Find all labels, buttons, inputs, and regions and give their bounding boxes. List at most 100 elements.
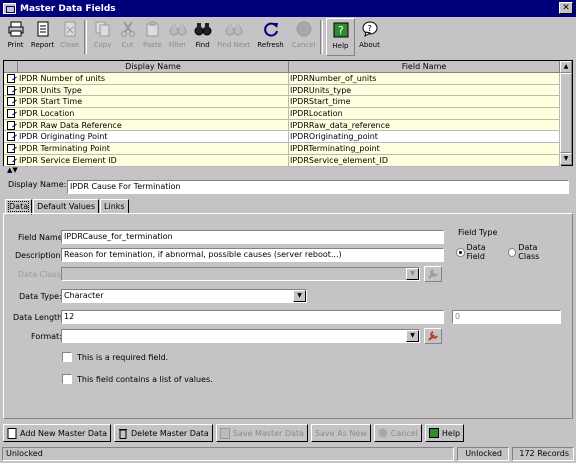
save-as-new-button[interactable]: Save As New — [310, 424, 371, 442]
table-row[interactable]: IPDR Units Type IPDRUnits_type — [4, 84, 561, 97]
paste-button[interactable]: Paste — [140, 18, 165, 56]
chevron-down-icon[interactable]: ▼ — [406, 330, 419, 342]
trash-icon — [118, 428, 128, 439]
cell-display-name: IPDR Raw Data Reference — [18, 119, 289, 131]
print-button[interactable]: Print — [3, 18, 28, 56]
splitter-arrows-icon[interactable]: ▲▼ — [7, 166, 18, 174]
column-header-display-name[interactable]: Display Name — [18, 61, 289, 72]
report-button[interactable]: Report — [28, 18, 57, 56]
save-master-data-button[interactable]: Save Master Data — [215, 424, 308, 442]
toolbar-separator — [320, 20, 323, 54]
table-row[interactable]: IPDR Location IPDRLocation — [4, 108, 561, 120]
required-field-checkbox[interactable]: This is a required field. — [62, 352, 168, 362]
close-doc-button[interactable]: Close — [57, 18, 82, 56]
save-icon — [219, 427, 230, 439]
copy-icon — [94, 20, 112, 38]
close-doc-icon — [61, 20, 79, 38]
display-name-field[interactable]: IPDR Cause For Termination — [67, 180, 569, 194]
delete-master-data-button[interactable]: Delete Master Data — [114, 424, 213, 442]
data-type-value: Character — [64, 291, 104, 300]
help-toolbar-button[interactable]: ? Help — [326, 18, 355, 56]
status-lock: Unlocked — [457, 447, 509, 461]
save-as-new-label: Save As New — [314, 428, 367, 438]
field-type-label: Field Type — [458, 228, 498, 237]
row-doc-icon — [4, 85, 18, 96]
chevron-down-icon[interactable]: ▼ — [293, 290, 306, 302]
printer-icon — [7, 20, 25, 38]
scroll-thumb[interactable] — [560, 73, 572, 153]
column-header-field-name[interactable]: Field Name — [289, 61, 560, 72]
list-values-label: This field contains a list of values. — [77, 374, 213, 384]
checkbox-box[interactable] — [62, 352, 72, 362]
app-window-icon — [3, 3, 16, 14]
filter-button[interactable]: Filter — [165, 18, 190, 56]
row-doc-icon — [4, 155, 18, 166]
cell-field-name: IPDRLocation — [289, 108, 560, 119]
radio-data-field[interactable]: Data Field — [456, 243, 504, 261]
cell-display-name: IPDR Units Type — [18, 84, 289, 96]
cut-button[interactable]: Cut — [115, 18, 140, 56]
close-window-button[interactable]: ✕ — [559, 2, 573, 14]
delete-master-data-label: Delete Master Data — [131, 428, 209, 438]
chevron-down-icon: ▼ — [406, 268, 419, 280]
scroll-up-arrow-icon[interactable]: ▲ — [560, 61, 572, 73]
grid-vertical-scrollbar[interactable]: ▲ ▼ — [560, 61, 572, 165]
print-label: Print — [7, 41, 24, 49]
scroll-down-arrow-icon[interactable]: ▼ — [560, 153, 572, 165]
filter-label: Filter — [168, 41, 187, 49]
radio-data-class[interactable]: Data Class — [507, 243, 558, 261]
close-doc-label: Close — [59, 41, 80, 49]
description-input[interactable]: Reason for temination, if abnormal, poss… — [61, 248, 444, 262]
tab-default-values[interactable]: Default Values — [33, 199, 100, 214]
detail-tabs: Data Default Values Links — [5, 199, 130, 215]
list-values-checkbox[interactable]: This field contains a list of values. — [62, 374, 213, 384]
status-record-count: 172 Records — [512, 447, 574, 461]
scissors-icon — [119, 20, 137, 38]
field-name-input[interactable]: IPDRCause_for_termination — [61, 230, 444, 244]
save-master-data-label: Save Master Data — [232, 428, 304, 438]
help-label: Help — [441, 428, 461, 438]
data-length-secondary-input: 0 — [452, 310, 561, 324]
table-row[interactable]: IPDR Number of units IPDRNumber_of_units — [4, 73, 561, 85]
copy-button[interactable]: Copy — [90, 18, 115, 56]
about-icon: ? — [361, 20, 379, 38]
format-lookup-button[interactable] — [424, 328, 442, 344]
cell-field-name: IPDROriginating_point — [289, 131, 560, 143]
data-type-select[interactable]: Character ▼ — [61, 289, 307, 303]
required-field-label: This is a required field. — [77, 352, 169, 362]
cancel-button[interactable]: Cancel — [373, 424, 422, 442]
report-label: Report — [30, 41, 55, 49]
table-row[interactable]: IPDR Originating Point IPDROriginating_po… — [4, 131, 561, 144]
about-label: About — [359, 41, 380, 49]
add-master-data-button[interactable]: Add New Master Data — [3, 424, 111, 442]
cell-field-name: IPDRTerminating_point — [289, 143, 560, 154]
cancel-toolbar-button[interactable]: Cancel — [289, 18, 318, 56]
find-next-button[interactable]: Find Next — [215, 18, 252, 56]
table-row[interactable]: IPDR Terminating Point IPDRTerminating_po… — [4, 143, 561, 155]
refresh-button[interactable]: Refresh — [252, 18, 289, 56]
binoculars-icon — [194, 20, 212, 38]
status-bar: Unlocked Unlocked 172 Records — [0, 445, 576, 463]
report-icon — [34, 20, 52, 38]
row-doc-icon — [4, 108, 18, 119]
cancel-toolbar-label: Cancel — [291, 41, 316, 49]
about-button[interactable]: ? About — [355, 18, 384, 56]
help-button[interactable]: Help — [424, 424, 465, 442]
table-row[interactable]: IPDR Service Element ID IPDRService_eleme… — [4, 154, 561, 167]
description-label: Description: — [15, 251, 64, 260]
tab-links-label: Links — [104, 202, 125, 211]
table-row[interactable]: IPDR Start Time IPDRStart_time — [4, 96, 561, 109]
format-label: Format: — [31, 332, 62, 341]
tab-links[interactable]: Links — [100, 199, 129, 214]
cell-display-name: IPDR Location — [18, 108, 289, 119]
window-title: Master Data Fields — [20, 3, 116, 14]
table-row[interactable]: IPDR Raw Data Reference IPDRRaw_data_refe… — [4, 119, 561, 132]
data-type-label: Data Type: — [19, 292, 62, 301]
find-button[interactable]: Find — [190, 18, 215, 56]
pane-splitter[interactable]: ▲▼ — [3, 166, 573, 174]
format-select[interactable]: ▼ — [61, 329, 420, 343]
data-length-input[interactable]: 12 — [61, 310, 444, 324]
find-next-label: Find Next — [217, 41, 250, 49]
checkbox-box[interactable] — [62, 374, 72, 384]
radio-selected-icon — [456, 247, 465, 257]
